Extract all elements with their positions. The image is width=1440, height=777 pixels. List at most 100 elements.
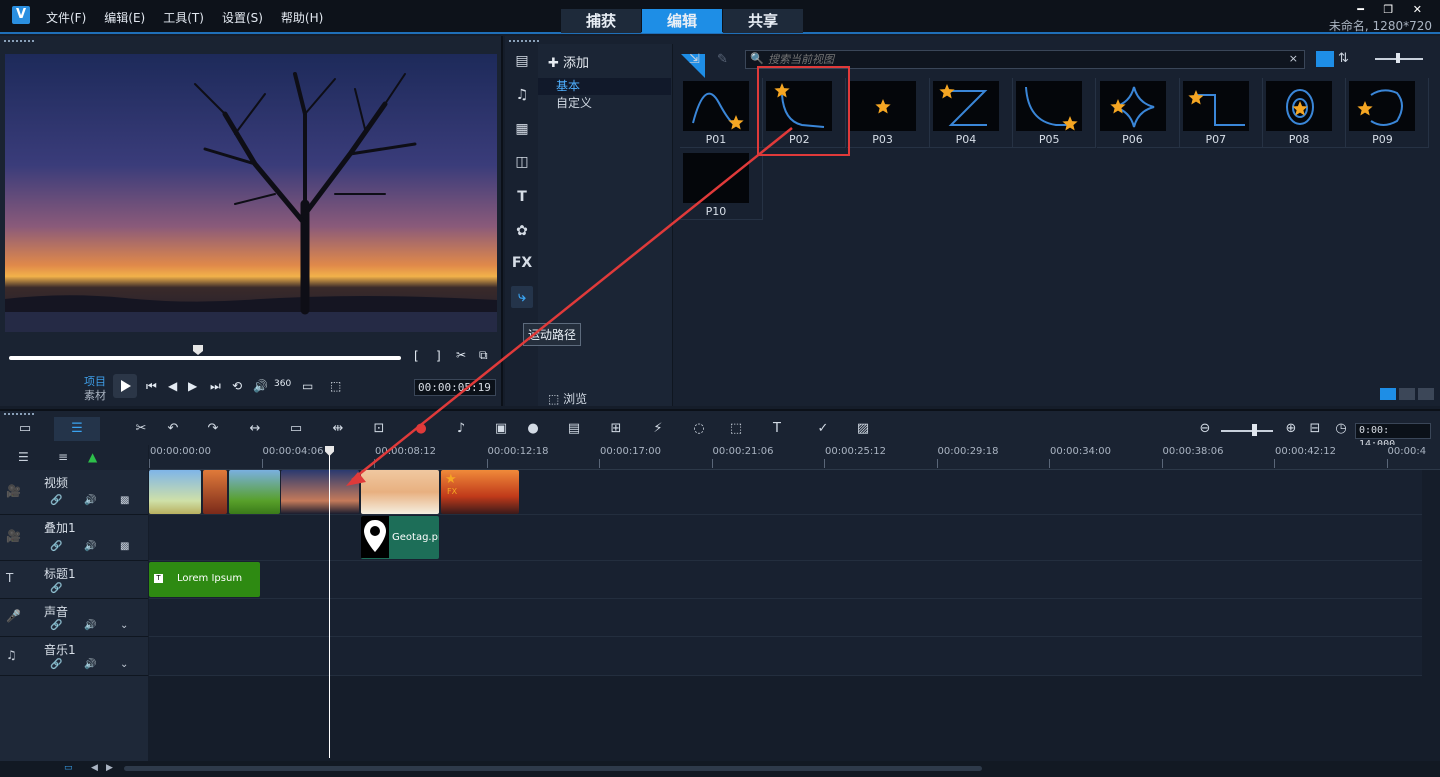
next-frame-icon[interactable]: ▶: [188, 379, 197, 393]
scroll-right-icon[interactable]: ▶: [106, 763, 113, 773]
motion-path-thumb[interactable]: P01: [680, 78, 763, 148]
mute-icon[interactable]: 🔊: [84, 495, 96, 506]
zoom-out-icon[interactable]: ⊖: [1194, 420, 1216, 438]
360-icon[interactable]: 360: [274, 379, 291, 389]
redo-icon[interactable]: ↷: [202, 420, 224, 438]
record-icon[interactable]: ●: [410, 420, 432, 438]
motion-path-thumb[interactable]: P07: [1179, 78, 1263, 148]
undo-icon[interactable]: ↶: [162, 420, 184, 438]
mark-in-icon[interactable]: [: [414, 349, 419, 363]
motion-path-thumb[interactable]: P06: [1096, 78, 1180, 148]
title-icon[interactable]: T: [511, 186, 533, 208]
mask-icon[interactable]: ◌: [688, 420, 710, 438]
tab-edit[interactable]: 编辑: [642, 9, 722, 33]
track-lane[interactable]: ★ FX: [149, 470, 1422, 515]
motion-path-thumb[interactable]: P10: [680, 150, 763, 220]
mute-icon[interactable]: 🔊: [84, 620, 96, 631]
track-manager-icon[interactable]: ☰: [18, 450, 29, 464]
clip-mode-label[interactable]: 素材: [84, 387, 106, 403]
window-controls[interactable]: ━ ❐ ✕: [1357, 3, 1430, 16]
folder-basic[interactable]: 基本: [538, 78, 671, 95]
import-icon[interactable]: ⇲: [689, 52, 700, 67]
folder-custom[interactable]: 自定义: [538, 95, 671, 112]
zoom-in-icon[interactable]: ⊕: [1280, 420, 1302, 438]
track-grid-icon[interactable]: ▩: [120, 495, 129, 506]
video-clip[interactable]: [361, 470, 439, 514]
motion-tracking-icon[interactable]: ●: [522, 420, 544, 438]
overlay-clip[interactable]: Geotag.pn: [361, 516, 439, 559]
menu-edit[interactable]: 编辑(E): [104, 9, 145, 26]
track-header[interactable]: T 标题1 🔗: [0, 561, 148, 599]
motion-path-thumb[interactable]: P08: [1263, 78, 1347, 148]
link-icon[interactable]: 🔗: [50, 659, 62, 670]
title-clip[interactable]: T Lorem Ipsum: [149, 562, 260, 597]
video-clip[interactable]: ★ FX: [441, 470, 519, 514]
chapter-icon[interactable]: ≡: [58, 450, 68, 464]
track-lane[interactable]: [149, 637, 1422, 676]
audio-icon[interactable]: ♫: [511, 84, 533, 106]
add-marker-icon[interactable]: ▲: [88, 450, 97, 464]
motion-path-icon[interactable]: ⤷: [511, 286, 533, 308]
zoom-handle[interactable]: [1252, 424, 1257, 436]
prev-frame-icon[interactable]: ◀: [168, 379, 177, 393]
color-grading-icon[interactable]: ▨: [852, 420, 874, 438]
video-clip[interactable]: [229, 470, 280, 514]
transition-icon[interactable]: ◫: [511, 151, 533, 173]
mute-icon[interactable]: 🔊: [84, 659, 96, 670]
track-lane[interactable]: Geotag.pn: [149, 515, 1422, 561]
expand-icon[interactable]: ⌄: [120, 620, 128, 631]
sort-icon[interactable]: ⇅: [1338, 51, 1349, 66]
menu-tools[interactable]: 工具(T): [163, 9, 204, 26]
thumb-size-handle[interactable]: [1396, 53, 1400, 63]
volume-icon[interactable]: 🔊: [253, 379, 268, 393]
mark-out-icon[interactable]: ]: [436, 349, 441, 363]
track-lane[interactable]: T Lorem Ipsum: [149, 561, 1422, 599]
panel-grip-icon[interactable]: [509, 40, 539, 44]
fit-icon[interactable]: ↔: [244, 420, 266, 438]
view-mode-c-icon[interactable]: [1418, 388, 1434, 400]
timeline-view-button[interactable]: ☰: [54, 417, 100, 441]
expand-icon[interactable]: ⌄: [120, 659, 128, 670]
fit-timeline-icon[interactable]: ▭: [64, 763, 73, 773]
timeline-playhead[interactable]: [329, 451, 330, 758]
panel-grip-icon[interactable]: [4, 40, 34, 44]
motion-path-thumb[interactable]: P04: [929, 78, 1013, 148]
link-icon[interactable]: 🔗: [50, 541, 62, 552]
auto-music-icon[interactable]: ▣: [490, 420, 512, 438]
media-icon[interactable]: ▤: [511, 50, 533, 72]
play-button[interactable]: [113, 374, 137, 398]
tab-capture[interactable]: 捕获: [561, 9, 641, 33]
paint-icon[interactable]: ✓: [812, 420, 834, 438]
track-header[interactable]: 🎥 叠加1 🔗 🔊 ▩: [0, 515, 148, 561]
scroll-left-icon[interactable]: ◀: [91, 763, 98, 773]
thumbnail-view-button[interactable]: [1316, 51, 1334, 67]
tab-share[interactable]: 共享: [723, 9, 803, 33]
crop-icon[interactable]: ▭: [285, 420, 307, 438]
track-header[interactable]: ♫ 音乐1 🔗 🔊 ⌄: [0, 637, 148, 676]
copy-icon[interactable]: ⧉: [479, 348, 488, 363]
scrubber-handle[interactable]: [193, 345, 203, 355]
motion-path-thumb[interactable]: P05: [1013, 78, 1097, 148]
video-clip[interactable]: [203, 470, 227, 514]
track-header[interactable]: 🎥 视频 🔗 🔊 ▩: [0, 470, 148, 515]
view-mode-a-icon[interactable]: [1380, 388, 1396, 400]
browse-button[interactable]: ⬚ 浏览: [548, 390, 587, 407]
menu-file[interactable]: 文件(F): [46, 9, 86, 26]
fit-project-icon[interactable]: ⊟: [1304, 420, 1326, 438]
zoom-slider[interactable]: [1221, 430, 1273, 432]
track-grid-icon[interactable]: ▩: [120, 541, 129, 552]
motion-path-thumb[interactable]: P03: [846, 78, 930, 148]
audio-mixer-icon[interactable]: ♪: [450, 420, 472, 438]
video-clip[interactable]: [281, 470, 359, 514]
tools-icon[interactable]: ✂: [130, 420, 152, 438]
view-mode-b-icon[interactable]: [1399, 388, 1415, 400]
menu-settings[interactable]: 设置(S): [222, 9, 263, 26]
link-icon[interactable]: 🔗: [50, 583, 62, 594]
split-icon[interactable]: ⇹: [327, 420, 349, 438]
video-clip[interactable]: [149, 470, 201, 514]
storyboard-view-button[interactable]: ▭: [2, 417, 48, 441]
instant-project-icon[interactable]: ▦: [511, 118, 533, 140]
aspect-icon[interactable]: ▭: [302, 379, 313, 393]
repeat-icon[interactable]: ⟲: [232, 379, 242, 393]
subtitle-icon[interactable]: ▤: [563, 420, 585, 438]
